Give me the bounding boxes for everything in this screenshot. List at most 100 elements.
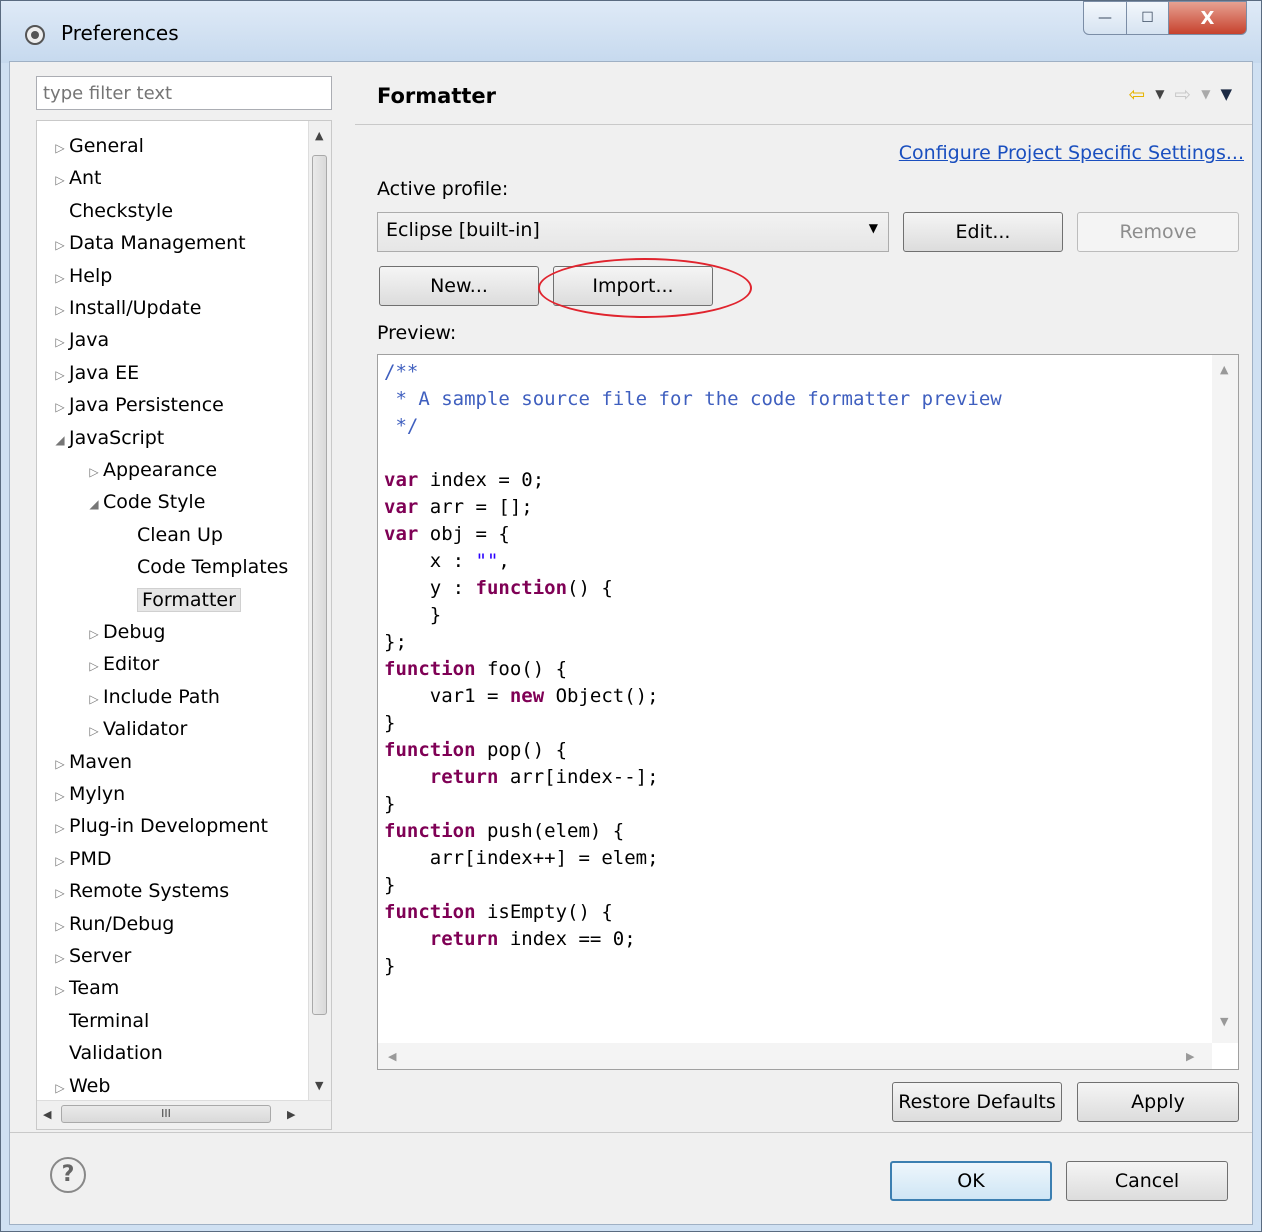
tree-item-data-management[interactable]: ▷ Data Management (51, 228, 245, 260)
tree-item-label: Appearance (103, 459, 218, 481)
collapse-arrow-icon[interactable]: ◢ (51, 425, 69, 455)
tree-item-java-persistence[interactable]: ▷ Java Persistence (51, 390, 224, 422)
scroll-left-icon[interactable]: ◀ (388, 1050, 396, 1063)
tree-item-label: Team (69, 977, 120, 1000)
tree-item-pmd[interactable]: ▷ PMD (51, 844, 111, 876)
tree-item-label: Mylyn (69, 783, 126, 805)
ok-button[interactable]: OK (890, 1161, 1052, 1201)
scroll-left-icon[interactable]: ◀ (43, 1108, 51, 1121)
apply-button[interactable]: Apply (1077, 1082, 1239, 1122)
tree-item-ant[interactable]: ▷ Ant (51, 163, 101, 195)
filter-input[interactable] (36, 76, 332, 110)
preview-vertical-scrollbar[interactable]: ▲ ▼ (1212, 355, 1238, 1043)
scroll-right-icon[interactable]: ▶ (287, 1108, 295, 1121)
tree-item-help[interactable]: ▷ Help (51, 261, 112, 293)
tree-item-clean-up[interactable]: Clean Up (119, 520, 223, 552)
tree-vertical-scrollbar[interactable]: ▲ ▼ (308, 121, 331, 1101)
collapse-arrow-icon[interactable]: ◢ (85, 489, 103, 519)
back-arrow-icon[interactable]: ⇦ (1128, 82, 1145, 106)
tree-item-label: Java Persistence (69, 394, 224, 417)
tree-item-install-update[interactable]: ▷ Install/Update (51, 293, 201, 325)
expand-arrow-icon[interactable]: ▷ (51, 165, 69, 195)
tree-item-team[interactable]: ▷ Team (51, 973, 119, 1005)
tree-item-maven[interactable]: ▷ Maven (51, 747, 132, 779)
maximize-button[interactable]: ☐ (1127, 1, 1169, 35)
tree-item-remote-systems[interactable]: ▷ Remote Systems (51, 876, 229, 908)
annotation-highlight-ellipse (538, 258, 752, 318)
remove-profile-button[interactable]: Remove (1077, 212, 1239, 252)
expand-arrow-icon[interactable]: ▷ (85, 619, 103, 649)
scroll-up-icon[interactable]: ▲ (1220, 363, 1228, 376)
expand-arrow-icon[interactable]: ▷ (51, 392, 69, 422)
tree-horizontal-scroll-thumb[interactable]: III (61, 1105, 271, 1123)
expand-arrow-icon[interactable]: ▷ (51, 781, 69, 811)
scroll-down-icon[interactable]: ▼ (1220, 1015, 1228, 1028)
tree-item-validator[interactable]: ▷ Validator (85, 714, 187, 746)
expand-arrow-icon[interactable]: ▷ (51, 360, 69, 390)
expand-arrow-icon[interactable]: ▷ (85, 457, 103, 487)
expand-arrow-icon[interactable]: ▷ (51, 263, 69, 293)
expand-arrow-icon[interactable]: ▷ (51, 975, 69, 1005)
minimize-button[interactable]: — (1083, 1, 1127, 35)
close-icon: X (1200, 7, 1215, 29)
expand-arrow-icon[interactable]: ▷ (51, 749, 69, 779)
expand-arrow-icon[interactable]: ▷ (51, 230, 69, 260)
restore-defaults-button[interactable]: Restore Defaults (892, 1082, 1062, 1122)
expand-arrow-icon[interactable]: ▷ (51, 1073, 69, 1103)
active-profile-select[interactable]: Eclipse [built-in] ▼ (377, 212, 889, 252)
forward-menu-chevron-icon[interactable]: ▼ (1201, 87, 1210, 101)
scroll-down-icon[interactable]: ▼ (315, 1079, 323, 1092)
new-profile-button[interactable]: New... (379, 266, 539, 306)
tree-item-run-debug[interactable]: ▷ Run/Debug (51, 909, 174, 941)
tree-item-label: Include Path (103, 685, 220, 708)
tree-item-label: Java (69, 329, 110, 352)
expand-arrow-icon[interactable]: ▷ (51, 943, 69, 973)
tree-item-formatter[interactable]: Formatter (119, 585, 241, 617)
tree-item-java-ee[interactable]: ▷ Java EE (51, 358, 139, 390)
tree-item-label: PMD (69, 847, 112, 870)
help-icon[interactable]: ? (50, 1157, 86, 1193)
scroll-right-icon[interactable]: ▶ (1186, 1050, 1194, 1063)
expand-arrow-icon[interactable]: ▷ (85, 651, 103, 681)
tree-item-javascript[interactable]: ◢ JavaScript (51, 423, 164, 455)
view-menu-chevron-icon[interactable]: ▼ (1220, 85, 1232, 103)
tree-item-label: Maven (69, 750, 133, 773)
tree-item-general[interactable]: ▷ General (51, 131, 144, 163)
forward-arrow-icon[interactable]: ⇨ (1174, 82, 1191, 106)
expand-arrow-icon[interactable]: ▷ (85, 716, 103, 746)
tree-item-label: Terminal (69, 1009, 150, 1032)
tree-item-terminal[interactable]: Terminal (51, 1006, 149, 1038)
tree-item-debug[interactable]: ▷ Debug (85, 617, 165, 649)
expand-arrow-icon[interactable]: ▷ (51, 911, 69, 941)
tree-item-plug-in-development[interactable]: ▷ Plug-in Development (51, 811, 268, 843)
expand-arrow-icon[interactable]: ▷ (51, 813, 69, 843)
expand-arrow-icon[interactable]: ▷ (51, 878, 69, 908)
tree-item-label: Run/Debug (69, 912, 175, 935)
tree-item-include-path[interactable]: ▷ Include Path (85, 682, 220, 714)
expand-arrow-icon[interactable]: ▷ (51, 133, 69, 163)
expand-arrow-icon[interactable]: ▷ (51, 846, 69, 876)
tree-item-web[interactable]: ▷ Web (51, 1071, 110, 1103)
tree-item-mylyn[interactable]: ▷ Mylyn (51, 779, 125, 811)
back-menu-chevron-icon[interactable]: ▼ (1155, 87, 1164, 101)
expand-arrow-icon[interactable]: ▷ (51, 327, 69, 357)
tree-item-checkstyle[interactable]: Checkstyle (51, 196, 173, 228)
tree-item-label: Help (69, 264, 113, 287)
tree-item-server[interactable]: ▷ Server (51, 941, 131, 973)
tree-item-appearance[interactable]: ▷ Appearance (85, 455, 217, 487)
tree-item-validation[interactable]: Validation (51, 1038, 163, 1070)
close-button[interactable]: X (1169, 1, 1247, 35)
configure-project-settings-link[interactable]: Configure Project Specific Settings... (899, 142, 1244, 164)
expand-arrow-icon[interactable]: ▷ (51, 295, 69, 325)
preview-horizontal-scrollbar[interactable]: ◀ ▶ (378, 1043, 1212, 1069)
expand-arrow-icon[interactable]: ▷ (85, 684, 103, 714)
cancel-button[interactable]: Cancel (1066, 1161, 1228, 1201)
tree-item-editor[interactable]: ▷ Editor (85, 649, 159, 681)
edit-profile-button[interactable]: Edit... (903, 212, 1063, 252)
tree-item-code-style[interactable]: ◢ Code Style (85, 487, 205, 519)
scroll-up-icon[interactable]: ▲ (315, 129, 323, 142)
tree-vertical-scroll-thumb[interactable] (312, 155, 327, 1015)
tree-horizontal-scrollbar[interactable]: ◀ III ▶ (37, 1100, 331, 1129)
tree-item-code-templates[interactable]: Code Templates (119, 552, 288, 584)
tree-item-java[interactable]: ▷ Java (51, 325, 109, 357)
